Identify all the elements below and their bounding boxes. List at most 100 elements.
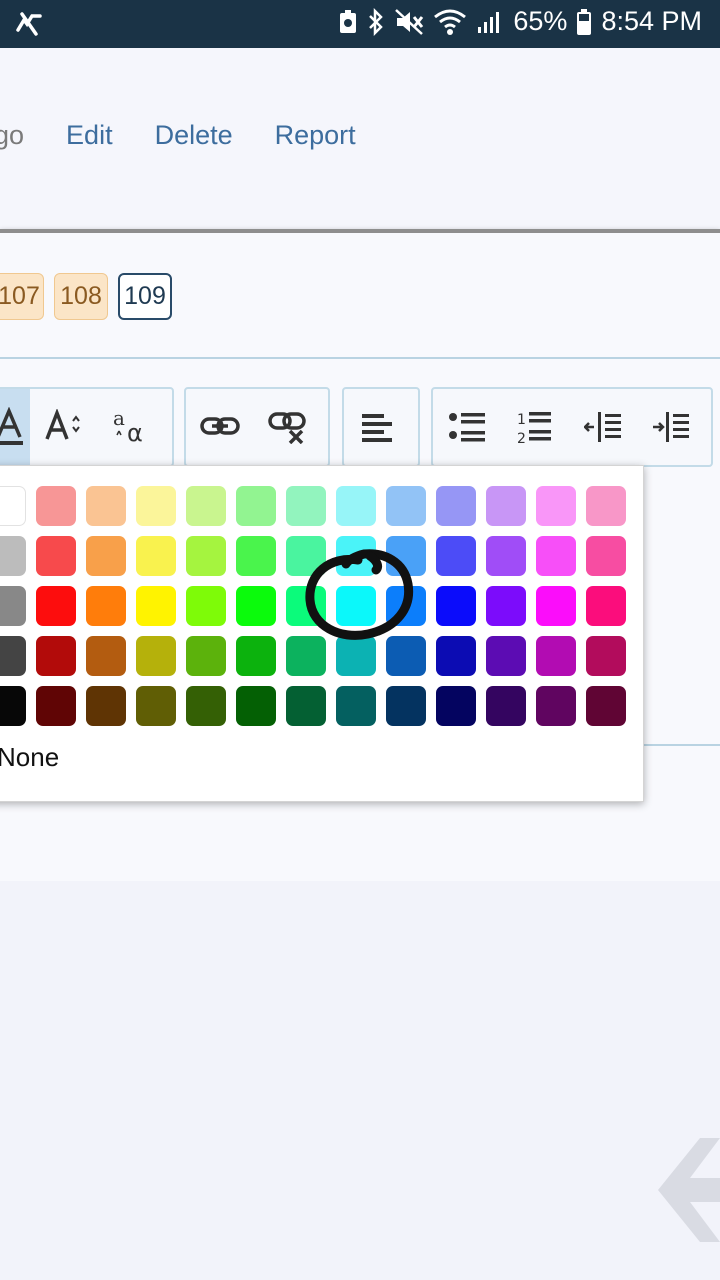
- align-group: [342, 387, 420, 467]
- color-swatch[interactable]: [436, 686, 476, 726]
- color-swatch[interactable]: [286, 486, 326, 526]
- numbered-list-icon[interactable]: 12: [501, 389, 569, 465]
- color-swatch[interactable]: [486, 686, 526, 726]
- color-swatch[interactable]: [286, 686, 326, 726]
- link-icon[interactable]: [186, 389, 254, 465]
- color-swatch[interactable]: [586, 686, 626, 726]
- color-swatch[interactable]: [0, 586, 26, 626]
- signal-icon: [476, 9, 504, 35]
- color-swatch[interactable]: [386, 536, 426, 576]
- color-swatch[interactable]: [586, 636, 626, 676]
- color-swatch[interactable]: [236, 536, 276, 576]
- color-swatch[interactable]: [386, 586, 426, 626]
- text-color-icon[interactable]: [0, 389, 30, 465]
- color-swatch[interactable]: [586, 536, 626, 576]
- svg-text:α: α: [127, 419, 143, 447]
- color-swatch[interactable]: [0, 536, 26, 576]
- color-swatch[interactable]: [236, 636, 276, 676]
- color-swatch[interactable]: [136, 586, 176, 626]
- svg-text:1: 1: [517, 412, 526, 428]
- color-swatch[interactable]: [436, 536, 476, 576]
- color-swatch[interactable]: [0, 486, 26, 526]
- post-time-ago: go: [0, 120, 25, 150]
- color-swatch[interactable]: [486, 586, 526, 626]
- color-swatch[interactable]: [36, 636, 76, 676]
- bluetooth-icon: [367, 7, 385, 36]
- color-swatch[interactable]: [436, 486, 476, 526]
- color-swatch[interactable]: [0, 636, 26, 676]
- clock: 8:54 PM: [601, 6, 702, 36]
- color-swatch[interactable]: [136, 686, 176, 726]
- color-swatch[interactable]: [186, 686, 226, 726]
- color-swatch[interactable]: [286, 636, 326, 676]
- color-swatch[interactable]: [536, 686, 576, 726]
- color-swatch[interactable]: [486, 636, 526, 676]
- color-swatch[interactable]: [86, 586, 126, 626]
- color-swatch[interactable]: [86, 636, 126, 676]
- color-swatch[interactable]: [436, 636, 476, 676]
- color-swatch[interactable]: [536, 586, 576, 626]
- battery-saver-icon: [338, 9, 358, 35]
- color-swatch[interactable]: [186, 486, 226, 526]
- color-swatch[interactable]: [286, 586, 326, 626]
- color-swatch[interactable]: [86, 536, 126, 576]
- svg-text:2: 2: [517, 431, 526, 444]
- color-swatch[interactable]: [386, 686, 426, 726]
- color-swatch[interactable]: [0, 686, 26, 726]
- color-swatch[interactable]: [36, 486, 76, 526]
- color-swatch[interactable]: [36, 686, 76, 726]
- color-swatch[interactable]: [536, 636, 576, 676]
- format-group: aα: [0, 387, 174, 467]
- color-swatch[interactable]: [36, 536, 76, 576]
- current-page[interactable]: 109: [118, 273, 172, 320]
- color-swatch[interactable]: [536, 536, 576, 576]
- edit-link[interactable]: Edit: [66, 120, 113, 151]
- svg-text:a: a: [113, 407, 125, 430]
- color-swatch[interactable]: [136, 536, 176, 576]
- color-swatch[interactable]: [286, 536, 326, 576]
- battery-icon: [576, 8, 592, 36]
- list-group: 12: [431, 387, 713, 467]
- indent-icon[interactable]: [637, 389, 705, 465]
- bullet-list-icon[interactable]: [433, 389, 501, 465]
- color-swatch[interactable]: [336, 536, 376, 576]
- color-swatch[interactable]: [86, 686, 126, 726]
- color-swatch[interactable]: [86, 486, 126, 526]
- color-swatch[interactable]: [336, 686, 376, 726]
- color-swatch[interactable]: [486, 536, 526, 576]
- status-bar: 65% 8:54 PM: [0, 0, 720, 48]
- mute-icon: [394, 8, 424, 36]
- color-swatch[interactable]: [136, 486, 176, 526]
- color-swatch[interactable]: [36, 586, 76, 626]
- font-size-icon[interactable]: [30, 389, 98, 465]
- color-swatch[interactable]: [336, 636, 376, 676]
- outdent-icon[interactable]: [569, 389, 637, 465]
- color-swatch[interactable]: [386, 636, 426, 676]
- color-swatch[interactable]: [536, 486, 576, 526]
- font-family-icon[interactable]: aα: [98, 389, 166, 465]
- color-swatch[interactable]: [336, 586, 376, 626]
- notification-icon: [14, 10, 44, 43]
- color-swatch[interactable]: [386, 486, 426, 526]
- align-left-icon[interactable]: [344, 389, 412, 465]
- color-swatch[interactable]: [186, 586, 226, 626]
- color-swatch[interactable]: [136, 636, 176, 676]
- post-actions-bar: go Edit Delete Report: [0, 48, 720, 230]
- no-color-option[interactable]: None: [0, 742, 59, 773]
- color-swatch[interactable]: [486, 486, 526, 526]
- color-swatch[interactable]: [186, 536, 226, 576]
- color-swatch[interactable]: [236, 586, 276, 626]
- page-link[interactable]: 108: [54, 273, 108, 320]
- color-swatch[interactable]: [336, 486, 376, 526]
- color-swatch[interactable]: [586, 586, 626, 626]
- report-link[interactable]: Report: [275, 120, 356, 151]
- color-swatch[interactable]: [186, 636, 226, 676]
- color-swatch[interactable]: [236, 486, 276, 526]
- page-link[interactable]: 107: [0, 273, 44, 320]
- color-swatch[interactable]: [586, 486, 626, 526]
- color-swatch[interactable]: [236, 686, 276, 726]
- unlink-icon[interactable]: [254, 389, 322, 465]
- delete-link[interactable]: Delete: [155, 120, 233, 151]
- back-arrow-icon[interactable]: [650, 1130, 720, 1250]
- color-swatch[interactable]: [436, 586, 476, 626]
